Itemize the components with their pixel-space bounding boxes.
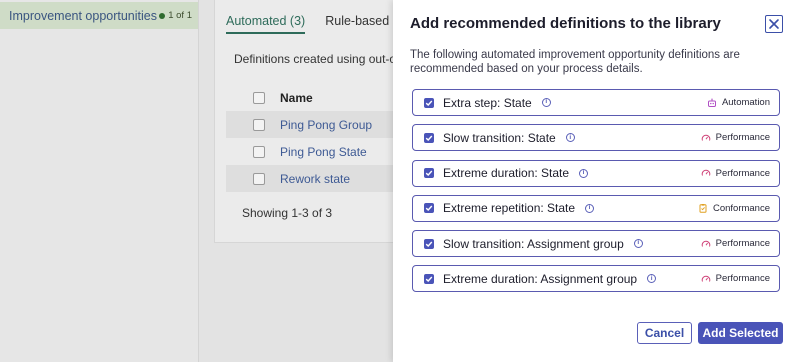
category-label: Performance [701,168,770,179]
checkmark-icon [425,241,433,247]
category-text: Performance [715,273,770,285]
cancel-button[interactable]: Cancel [637,322,692,344]
definitions-table: Name Ping Pong Group Ping Pong State Rew… [226,84,406,192]
checkmark-icon [425,276,433,282]
dialog-title: Add recommended definitions to the libra… [410,15,721,32]
tab-rule-based[interactable]: Rule-based (0 [325,14,404,34]
definition-checkbox[interactable] [424,273,434,284]
definition-checkbox[interactable] [424,132,434,143]
category-label: Conformance [698,203,770,214]
definition-item[interactable]: Slow transition: State i Performance [412,124,780,152]
info-icon[interactable]: i [633,239,643,249]
definition-item[interactable]: Extreme duration: Assignment group i Per… [412,265,780,293]
gauge-icon [701,239,711,249]
background-description: Definitions created using out-of-t [234,52,407,66]
category-text: Conformance [712,202,770,214]
dialog-description: The following automated improvement oppo… [410,49,740,75]
select-all-checkbox[interactable] [253,91,265,104]
checkmark-icon [425,205,433,212]
category-label: Performance [701,132,770,143]
definition-item[interactable]: Extreme repetition: State i Conformance [412,194,780,222]
pagination-summary: Showing 1-3 of 3 [242,206,333,220]
column-header-name: Name [280,90,313,105]
info-icon[interactable]: i [565,133,575,143]
info-icon[interactable]: i [585,203,595,213]
definition-checkbox[interactable] [424,238,434,249]
robot-icon [707,98,717,108]
row-name-link[interactable]: Ping Pong Group [280,118,372,132]
sidebar-item-label: Improvement opportunities [9,8,157,23]
definition-checkbox[interactable] [424,168,434,179]
definition-item[interactable]: Extreme duration: State i Performance [412,159,780,187]
close-button[interactable] [765,15,783,33]
gauge-icon [701,133,711,143]
table-header-row: Name [226,84,406,111]
definition-name: Extreme repetition: State [443,201,576,216]
category-label: Performance [701,238,770,249]
category-text: Performance [715,132,770,144]
checkmark-icon [425,170,433,177]
info-icon[interactable]: i [647,274,657,284]
definition-name: Extreme duration: Assignment group [443,271,638,286]
clipboard-icon [698,203,708,214]
definition-name: Slow transition: State [443,130,556,145]
category-label: Performance [701,273,770,284]
count-badge: 1 of 1 [159,10,192,21]
add-definitions-dialog: Add recommended definitions to the libra… [393,0,798,362]
sidebar-item-improvement-opportunities[interactable]: Improvement opportunities 1 of 1 [0,2,198,29]
gauge-icon [701,274,711,284]
definition-checkbox[interactable] [424,97,434,108]
category-text: Automation [721,97,770,108]
close-icon [769,19,779,29]
row-name-link[interactable]: Ping Pong State [280,145,367,159]
checkmark-icon [425,100,433,106]
row-checkbox[interactable] [253,118,265,131]
definition-name: Extreme duration: State [443,166,570,181]
status-dot-icon [159,12,166,19]
tab-automated[interactable]: Automated (3) [226,14,306,34]
table-row[interactable]: Ping Pong State [226,138,406,165]
definition-item[interactable]: Extra step: State i Automation [412,89,780,116]
row-name-link[interactable]: Rework state [280,172,350,186]
definition-item[interactable]: Slow transition: Assignment group i Perf… [412,230,780,258]
table-row[interactable]: Rework state [226,165,406,192]
category-text: Performance [715,167,770,179]
table-row[interactable]: Ping Pong Group [226,111,406,138]
add-selected-button[interactable]: Add Selected [698,322,783,344]
background-sidebar: Improvement opportunities 1 of 1 [0,0,199,362]
info-icon[interactable]: i [579,168,589,178]
row-checkbox[interactable] [253,172,265,185]
checkmark-icon [425,135,433,141]
category-text: Performance [715,238,770,250]
info-icon[interactable]: i [541,98,551,107]
row-checkbox[interactable] [253,145,265,158]
gauge-icon [701,168,711,178]
definition-name: Slow transition: Assignment group [443,236,624,251]
definition-name: Extra step: State [443,95,532,110]
definition-checkbox[interactable] [424,203,434,214]
definition-tabs: Automated (3) Rule-based (0 [226,14,404,34]
category-label: Automation [707,97,770,108]
definition-list: Extra step: State i Automation Slow tran… [412,89,780,301]
count-badge-text: 1 of 1 [168,10,192,21]
